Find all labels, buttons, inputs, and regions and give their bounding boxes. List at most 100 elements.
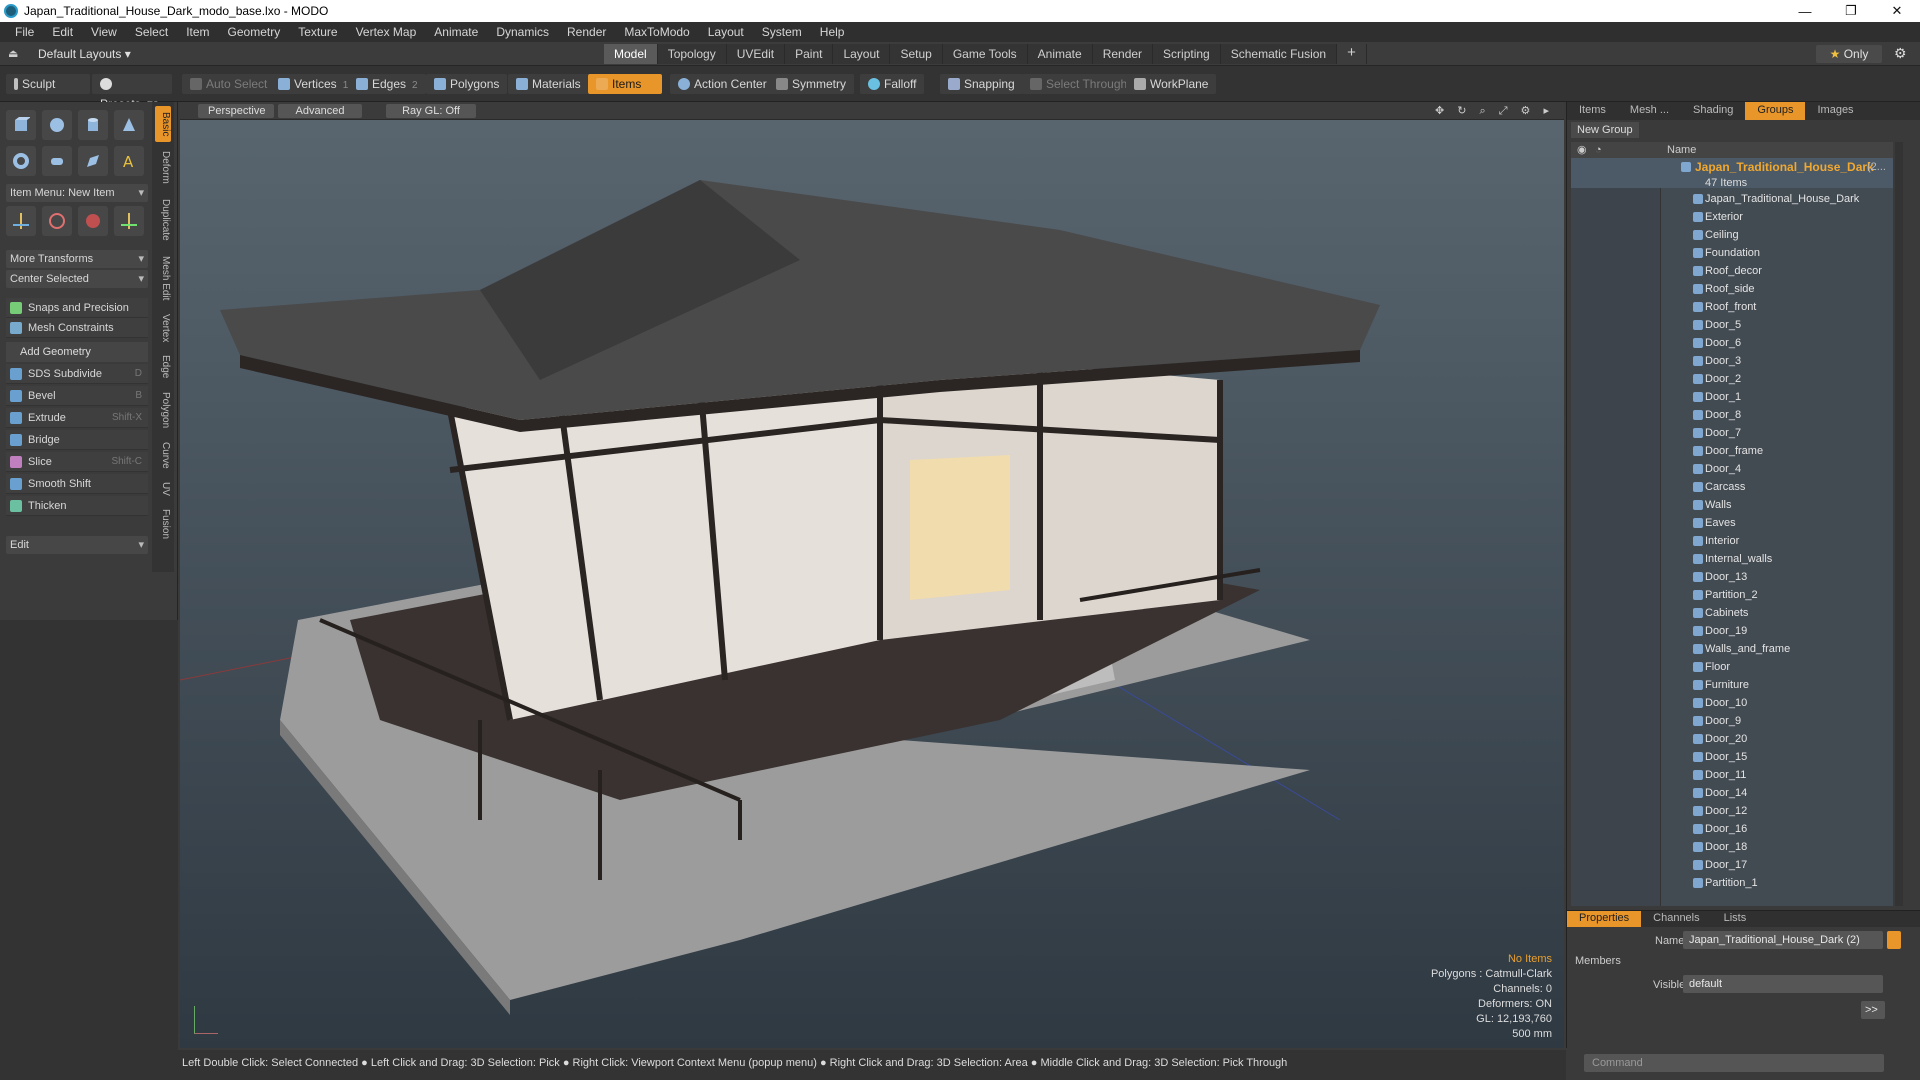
tab-items[interactable]: Items [1567, 102, 1618, 120]
menu-dynamics[interactable]: Dynamics [487, 25, 558, 39]
vtab-vertex[interactable]: Vertex [155, 310, 171, 346]
group-list-scrollbar[interactable] [1895, 142, 1903, 906]
group-item-row[interactable]: Door_18 [1571, 838, 1893, 856]
menu-maxtomodo[interactable]: MaxToModo [615, 25, 698, 39]
group-item-row[interactable]: Interior [1571, 532, 1893, 550]
symmetry-button[interactable]: Symmetry [768, 74, 854, 94]
maximize-button[interactable]: ❐ [1828, 0, 1874, 22]
center-selected-dropdown[interactable]: Center Selected [6, 270, 148, 288]
group-item-row[interactable]: Door_14 [1571, 784, 1893, 802]
items-button[interactable]: Items [588, 74, 662, 94]
mesh-constraints-button[interactable]: Mesh Constraints [6, 318, 148, 338]
group-root-row[interactable]: Japan_Traditional_House_Dark (2... 47 It… [1571, 158, 1893, 189]
group-item-row[interactable]: Door_17 [1571, 856, 1893, 874]
tab-mesh[interactable]: Mesh ... [1618, 102, 1681, 120]
group-item-row[interactable]: Door_11 [1571, 766, 1893, 784]
group-item-row[interactable]: Door_frame [1571, 442, 1893, 460]
edges-button[interactable]: Edges 2 [348, 74, 426, 94]
move-icon[interactable] [6, 206, 36, 236]
group-item-row[interactable]: Door_19 [1571, 622, 1893, 640]
name-field-menu-button[interactable] [1887, 931, 1901, 949]
polygons-button[interactable]: Polygons [426, 74, 508, 94]
group-item-row[interactable]: Partition_2 [1571, 586, 1893, 604]
snaps-precision-button[interactable]: Snaps and Precision [6, 298, 148, 318]
group-item-row[interactable]: Furniture [1571, 676, 1893, 694]
smooth-shift-button[interactable]: Smooth Shift [6, 474, 148, 494]
menu-layout[interactable]: Layout [699, 25, 753, 39]
group-item-row[interactable]: Door_6 [1571, 334, 1893, 352]
sds-subdivide-button[interactable]: SDS Subdivide D [6, 364, 148, 384]
item-menu-dropdown[interactable]: Item Menu: New Item [6, 184, 148, 202]
group-item-row[interactable]: Partition_1 [1571, 874, 1893, 892]
vtab-deform[interactable]: Deform [155, 146, 171, 188]
minimize-button[interactable]: — [1782, 0, 1828, 22]
tab-scripting[interactable]: Scripting [1153, 44, 1221, 64]
slice-button[interactable]: Slice Shift-C [6, 452, 148, 472]
raygl-dropdown[interactable]: Ray GL: Off [386, 104, 476, 118]
group-item-row[interactable]: Door_3 [1571, 352, 1893, 370]
members-section[interactable]: Members [1575, 955, 1621, 967]
group-item-row[interactable]: Door_4 [1571, 460, 1893, 478]
group-item-row[interactable]: Cabinets [1571, 604, 1893, 622]
group-item-row[interactable]: Floor [1571, 658, 1893, 676]
menu-help[interactable]: Help [811, 25, 854, 39]
presets-button[interactable]: PresetsF6 [92, 74, 172, 111]
transform-icon[interactable] [114, 206, 144, 236]
bridge-button[interactable]: Bridge [6, 430, 148, 450]
group-item-row[interactable]: Roof_decor [1571, 262, 1893, 280]
menu-system[interactable]: System [753, 25, 811, 39]
group-item-row[interactable]: Door_2 [1571, 370, 1893, 388]
vtab-fusion[interactable]: Fusion [155, 506, 171, 542]
torus-icon[interactable] [6, 146, 36, 176]
group-item-row[interactable]: Door_12 [1571, 802, 1893, 820]
group-item-row[interactable]: Foundation [1571, 244, 1893, 262]
advanced-dropdown[interactable]: Advanced [278, 104, 362, 118]
vtab-polygon[interactable]: Polygon [155, 388, 171, 432]
tab-schematic-fusion[interactable]: Schematic Fusion [1220, 44, 1338, 64]
text-icon[interactable]: A [114, 146, 144, 176]
tab-images[interactable]: Images [1805, 102, 1865, 120]
new-group-button[interactable]: New Group [1571, 122, 1639, 138]
snapping-button[interactable]: Snapping [940, 74, 1023, 94]
default-layouts-dropdown[interactable]: Default Layouts ▾ [38, 47, 131, 61]
menu-file[interactable]: File [6, 25, 43, 39]
tab-setup[interactable]: Setup [890, 44, 943, 64]
expand-button[interactable]: >> [1861, 1001, 1885, 1019]
tab-uvedit[interactable]: UVEdit [726, 44, 786, 64]
rotate-icon[interactable] [42, 206, 72, 236]
group-item-row[interactable]: Roof_side [1571, 280, 1893, 298]
group-item-row[interactable]: Door_5 [1571, 316, 1893, 334]
group-item-row[interactable]: Door_15 [1571, 748, 1893, 766]
group-item-row[interactable]: Door_16 [1571, 820, 1893, 838]
menu-edit[interactable]: Edit [43, 25, 82, 39]
group-name-field[interactable]: Japan_Traditional_House_Dark (2) [1683, 931, 1883, 949]
group-item-row[interactable]: Door_8 [1571, 406, 1893, 424]
tab-model[interactable]: Model [604, 44, 658, 64]
edit-dropdown[interactable]: Edit [6, 536, 148, 554]
vtab-mesh-edit[interactable]: Mesh Edit [155, 252, 171, 304]
command-input[interactable]: Command [1584, 1054, 1884, 1072]
vtab-edge[interactable]: Edge [155, 352, 171, 382]
tab-render[interactable]: Render [1092, 44, 1154, 64]
tab-groups[interactable]: Groups [1745, 102, 1806, 120]
group-item-row[interactable]: Exterior [1571, 208, 1893, 226]
menu-select[interactable]: Select [126, 25, 177, 39]
close-button[interactable]: ✕ [1874, 0, 1920, 22]
capsule-icon[interactable] [42, 146, 72, 176]
group-item-row[interactable]: Walls [1571, 496, 1893, 514]
thicken-button[interactable]: Thicken [6, 496, 148, 516]
tab-lists[interactable]: Lists [1712, 911, 1759, 927]
group-item-row[interactable]: Japan_Traditional_House_Dark [1571, 190, 1893, 208]
group-item-row[interactable]: Door_7 [1571, 424, 1893, 442]
group-item-row[interactable]: Walls_and_frame [1571, 640, 1893, 658]
vtab-duplicate[interactable]: Duplicate [155, 194, 171, 246]
only-toggle-button[interactable]: ★ Only [1816, 45, 1882, 63]
bevel-button[interactable]: Bevel B [6, 386, 148, 406]
scale-icon[interactable] [78, 206, 108, 236]
group-item-row[interactable]: Ceiling [1571, 226, 1893, 244]
tab-layout[interactable]: Layout [833, 44, 891, 64]
menu-geometry[interactable]: Geometry [219, 25, 290, 39]
group-item-row[interactable]: Roof_front [1571, 298, 1893, 316]
vertices-button[interactable]: Vertices 1 [270, 74, 357, 94]
extrude-button[interactable]: Extrude Shift-X [6, 408, 148, 428]
